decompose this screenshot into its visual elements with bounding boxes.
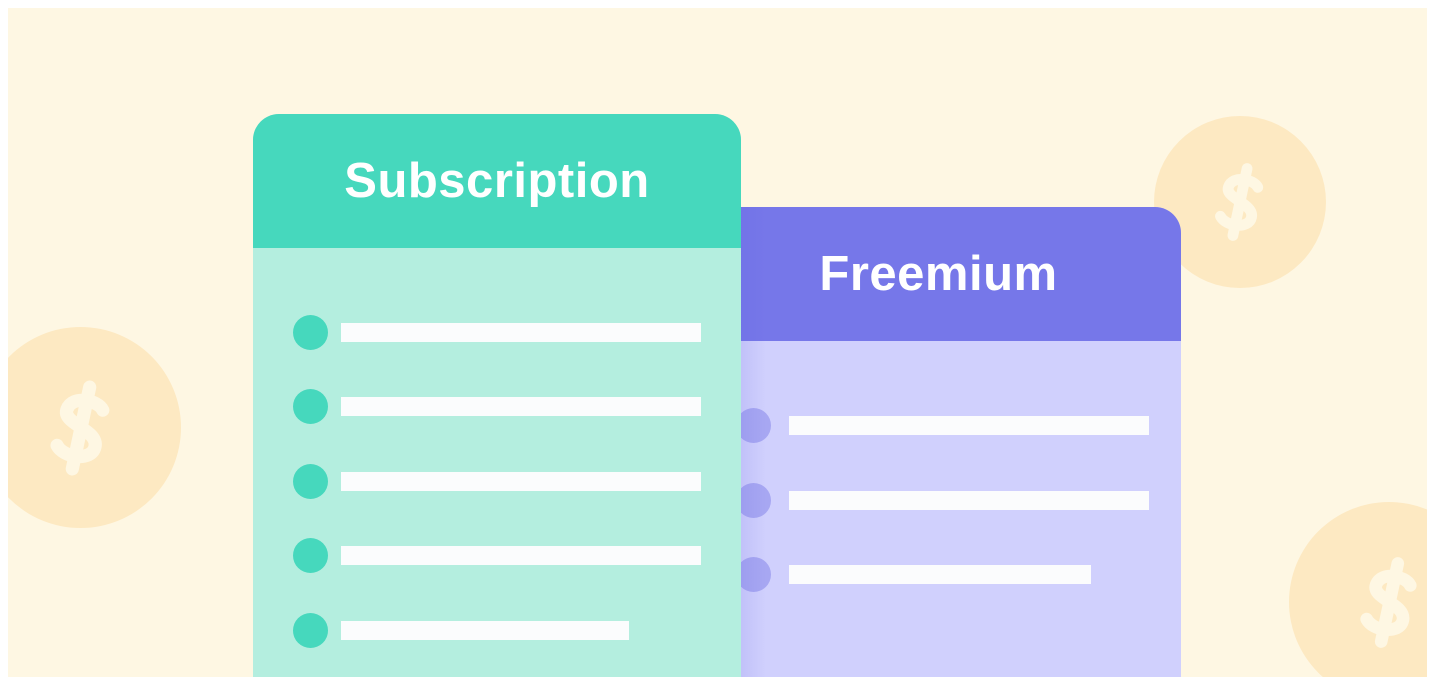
feature-placeholder-line [789,565,1091,584]
feature-list-item [293,538,701,573]
dollar-sign-icon [49,380,109,475]
circle-bullet-icon [736,483,771,518]
circle-bullet-icon [293,538,328,573]
dollar-coin-icon [8,327,181,528]
feature-list-item [736,483,1149,518]
feature-list-item [293,613,701,648]
subscription-plan-features [253,248,741,677]
dollar-coin-icon [1289,502,1427,677]
dollar-sign-icon [1215,163,1264,241]
circle-bullet-icon [293,315,328,350]
circle-bullet-icon [293,389,328,424]
feature-placeholder-line [341,621,629,640]
circle-bullet-icon [293,613,328,648]
feature-placeholder-line [341,323,701,342]
subscription-plan-title: Subscription [344,154,650,208]
freemium-plan-title: Freemium [819,247,1058,301]
feature-placeholder-line [341,546,701,565]
circle-bullet-icon [736,557,771,592]
feature-placeholder-line [341,472,701,491]
feature-list-item [293,464,701,499]
illustration-canvas: Freemium Subscription [8,8,1427,677]
feature-list-item [293,315,701,350]
feature-list-item [736,557,1149,592]
subscription-plan-header: Subscription [253,114,741,248]
circle-bullet-icon [736,408,771,443]
feature-list-item [736,408,1149,443]
freemium-plan-features [696,341,1181,677]
feature-list-item [293,389,701,424]
feature-placeholder-line [341,397,701,416]
feature-placeholder-line [789,416,1149,435]
feature-placeholder-line [789,491,1149,510]
subscription-plan-card: Subscription [253,114,741,677]
circle-bullet-icon [293,464,328,499]
dollar-sign-icon [1359,556,1417,648]
freemium-plan-header: Freemium [696,207,1181,341]
freemium-plan-card: Freemium [696,207,1181,677]
